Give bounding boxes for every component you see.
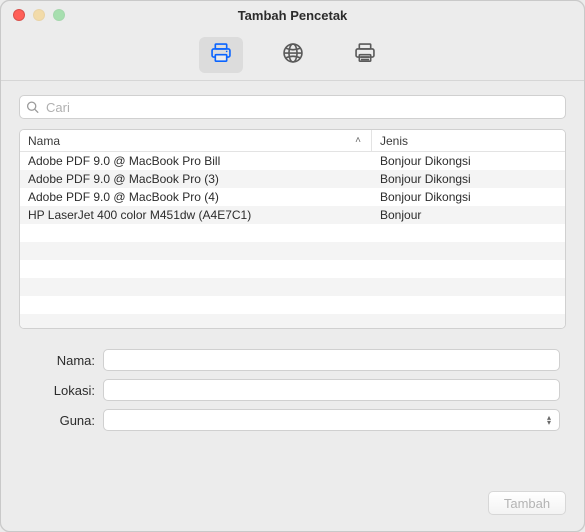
table-row: [20, 242, 565, 260]
table-row: [20, 314, 565, 328]
printer-name-cell: Adobe PDF 9.0 @ MacBook Pro Bill: [20, 154, 372, 168]
column-header-name[interactable]: Nama ˄: [20, 130, 372, 151]
table-row[interactable]: Adobe PDF 9.0 @ MacBook Pro (4) Bonjour …: [20, 188, 565, 206]
tab-default-printer[interactable]: [199, 37, 243, 73]
location-field[interactable]: [103, 379, 560, 401]
tab-windows-printer[interactable]: [343, 37, 387, 73]
printer-name-cell: Adobe PDF 9.0 @ MacBook Pro (4): [20, 190, 372, 204]
add-button-label: Tambah: [504, 496, 550, 511]
printer-icon: [208, 40, 234, 69]
table-row: [20, 260, 565, 278]
footer: Tambah: [1, 479, 584, 531]
name-field[interactable]: [103, 349, 560, 371]
table-body[interactable]: Adobe PDF 9.0 @ MacBook Pro Bill Bonjour…: [20, 152, 565, 328]
titlebar: Tambah Pencetak: [1, 1, 584, 29]
advanced-printer-icon: [352, 40, 378, 69]
chevron-up-down-icon: ▴▾: [542, 415, 556, 425]
printer-name-cell: HP LaserJet 400 color M451dw (A4E7C1): [20, 208, 372, 222]
printer-kind-cell: Bonjour: [372, 208, 565, 222]
search-field-wrap: [19, 95, 566, 119]
printer-kind-cell: Bonjour Dikongsi: [372, 190, 565, 204]
table-row: [20, 296, 565, 314]
table-row: [20, 278, 565, 296]
table-header: Nama ˄ Jenis: [20, 130, 565, 152]
column-header-kind[interactable]: Jenis: [372, 130, 565, 151]
add-button[interactable]: Tambah: [488, 491, 566, 515]
table-row: [20, 224, 565, 242]
table-row[interactable]: HP LaserJet 400 color M451dw (A4E7C1) Bo…: [20, 206, 565, 224]
printer-kind-cell: Bonjour Dikongsi: [372, 154, 565, 168]
search-icon: [26, 101, 39, 114]
column-header-name-label: Nama: [28, 134, 60, 148]
printer-kind-cell: Bonjour Dikongsi: [372, 172, 565, 186]
search-input[interactable]: [19, 95, 566, 119]
printer-details-form: Nama: Lokasi: Guna: ▴▾: [19, 349, 566, 431]
add-printer-window: Tambah Pencetak: [0, 0, 585, 532]
globe-icon: [280, 40, 306, 69]
use-select[interactable]: ▴▾: [103, 409, 560, 431]
name-label: Nama:: [25, 353, 95, 368]
use-select-value: [103, 409, 560, 431]
table-row[interactable]: Adobe PDF 9.0 @ MacBook Pro Bill Bonjour…: [20, 152, 565, 170]
column-header-kind-label: Jenis: [380, 134, 408, 148]
printer-name-cell: Adobe PDF 9.0 @ MacBook Pro (3): [20, 172, 372, 186]
content-area: Nama ˄ Jenis Adobe PDF 9.0 @ MacBook Pro…: [1, 81, 584, 479]
sort-ascending-icon: ˄: [355, 135, 361, 146]
use-label: Guna:: [25, 413, 95, 428]
location-label: Lokasi:: [25, 383, 95, 398]
toolbar: [1, 29, 584, 81]
window-title: Tambah Pencetak: [1, 8, 584, 23]
table-row[interactable]: Adobe PDF 9.0 @ MacBook Pro (3) Bonjour …: [20, 170, 565, 188]
printers-table: Nama ˄ Jenis Adobe PDF 9.0 @ MacBook Pro…: [19, 129, 566, 329]
tab-ip-printer[interactable]: [271, 37, 315, 73]
